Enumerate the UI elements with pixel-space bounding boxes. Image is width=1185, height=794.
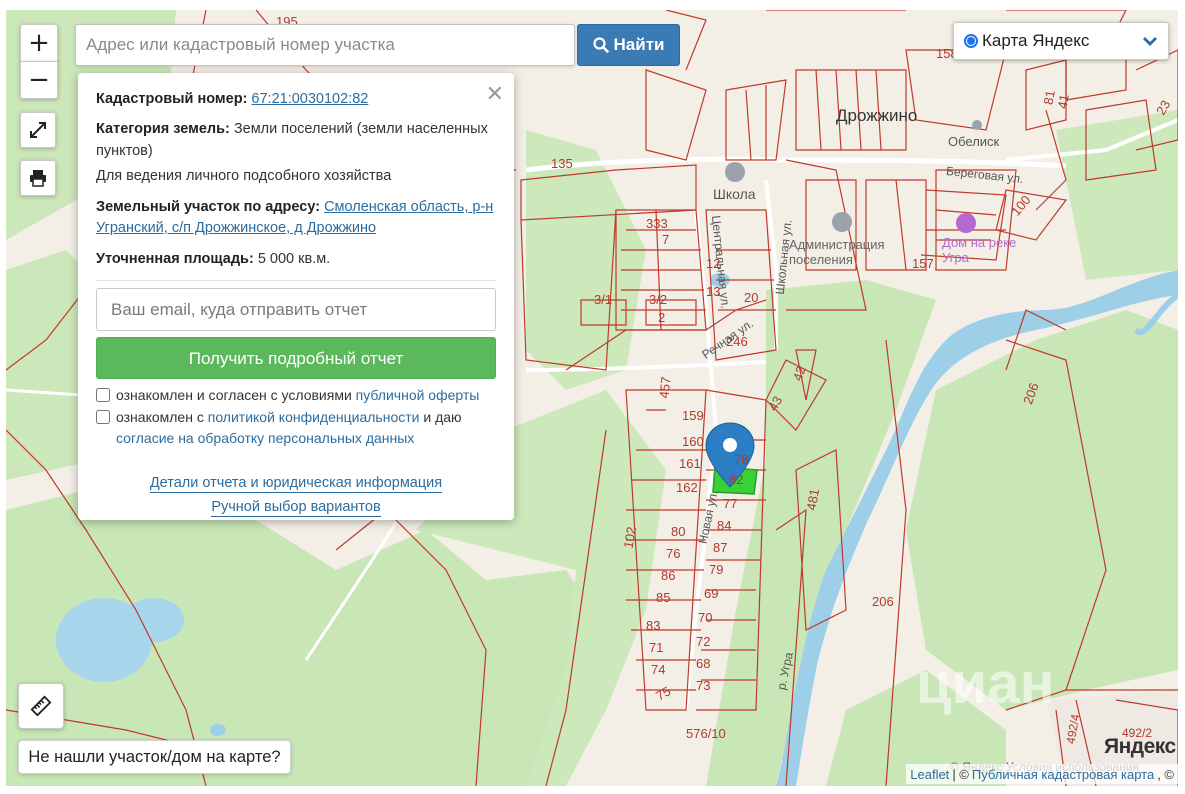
parcel-label: 79 [709,562,724,577]
address-row: Земельный участок по адресу: Смоленская … [96,197,496,240]
cadastral-map-link[interactable]: Публичная кадастровая карта [972,767,1154,782]
expand-icon [30,122,46,138]
attribution-separator: | © [952,766,969,782]
parcel-label: 13 [706,284,721,299]
obelisk-label: Обелиск [948,134,1000,149]
attribution-tail: , © [1157,766,1174,782]
parcel-label: 333 [646,216,668,231]
offer-checkbox[interactable] [96,388,110,403]
cadastral-number-row: Кадастровый номер: 67:21:0030102:82 [96,89,496,110]
parcel-label: 86 [661,568,676,583]
search-button[interactable]: Найти [577,24,680,66]
parcel-label: 576/10 [686,726,726,741]
cadastral-number-label: Кадастровый номер: [96,91,248,107]
watermark: циан [916,651,1055,716]
parcel-label: 85 [656,590,671,605]
zoom-out-button[interactable]: − [20,61,58,99]
parcel-label: 70 [698,610,713,625]
parcel-label: 71 [649,640,664,655]
parcel-label: 76 [666,546,681,561]
house-label: Дом на реке Угра [942,235,1017,265]
parcel-label: 74 [651,662,666,677]
land-category-label: Категория земель: [96,121,230,138]
get-report-button[interactable]: Получить подробный отчет [96,337,496,380]
parcel-label: 69 [704,586,719,601]
parcel-info-popup: ✕ Кадастровый номер: 67:21:0030102:82 Ка… [78,73,514,520]
offer-agreement-text: ознакомлен и согласен с условиями [116,387,352,404]
map-layer-select[interactable]: Карта Яндекс [953,22,1169,60]
search-button-label: Найти [613,35,665,54]
address-label: Земельный участок по адресу: [96,198,321,215]
parcel-label: 3/1 [594,292,613,307]
parcel-label: 3/2 [649,292,668,307]
leaflet-link[interactable]: Leaflet [910,767,949,782]
data-processing-consent-link[interactable]: согласие на обработку персональных данны… [116,430,414,446]
printer-icon [30,170,46,187]
parcel-label: 78 [734,452,749,467]
popup-links: Детали отчета и юридическая информация Р… [96,474,496,518]
privacy-agreement-mid: и даю [423,409,462,426]
report-details-link[interactable]: Детали отчета и юридическая информация [149,474,443,494]
village-label: Дрожжино [836,106,918,125]
parcel-label: 157 [912,256,934,271]
parcel-label: 77 [723,496,738,511]
land-usage: Для ведения личного подсобного хозяйства [96,168,392,185]
print-button[interactable] [20,160,56,196]
chevron-down-icon [1143,37,1157,46]
map-attribution: Leaflet | © Публичная кадастровая карта … [906,764,1178,784]
search-input[interactable] [76,25,574,65]
parcel-label: 12 [706,256,721,271]
admin-label: Администрация поселения [789,237,885,267]
parcel-label: 7 [662,232,670,247]
public-offer-link[interactable]: публичной оферты [356,387,480,403]
parcel-label: 84 [717,518,732,533]
cadastral-number-link[interactable]: 67:21:0030102:82 [251,91,368,107]
divider [96,280,496,282]
privacy-agreement-text: ознакомлен с [116,409,204,426]
parcel-label: 80 [671,524,686,539]
parcel-label: 83 [646,618,661,633]
measure-button[interactable] [18,683,64,729]
privacy-policy-link[interactable]: политикой конфиденциальности [208,409,420,425]
privacy-agreement: ознакомлен с политикой конфиденциальност… [96,407,496,448]
land-category-row: Категория земель: Земли поселений (земли… [96,119,496,162]
parcel-label: 2 [658,310,666,325]
parcel-label: 87 [713,540,728,555]
parcel-label: 162 [676,480,698,495]
map-layer-label: Карта Яндекс [982,31,1090,50]
area-row: Уточненная площадь: 5 000 кв.м. [96,249,496,270]
manual-selection-link[interactable]: Ручной выбор вариантов [211,498,381,518]
parcel-label: 206 [872,594,894,609]
area-label: Уточненная площадь: [96,250,254,267]
close-icon[interactable]: ✕ [486,79,504,112]
parcel-label: 161 [679,456,701,471]
parcel-label: 159 [682,408,704,423]
radio-icon [964,34,978,48]
parcel-label: 246 [726,334,748,349]
area-value: 5 000 кв.м. [257,250,331,267]
school-label: Школа [713,186,756,202]
not-found-button[interactable]: Не нашли участок/дом на карте? [18,740,291,774]
parcel-label: 72 [696,634,711,649]
parcel-label: 41 [1054,93,1072,110]
email-field[interactable] [96,288,496,332]
privacy-checkbox[interactable] [96,410,110,425]
zoom-in-button[interactable]: + [20,24,58,62]
parcel-label: 135 [551,156,573,171]
offer-agreement: ознакомлен и согласен с условиями публич… [96,385,496,405]
parcel-label: 68 [696,656,711,671]
search-box [75,24,575,66]
parcel-label: 160 [682,434,704,449]
selected-parcel-label: 82 [729,472,744,487]
search-icon [592,37,609,53]
ruler-icon [30,695,52,717]
parcel-label: 73 [696,678,711,693]
yandex-logo: Яндекс [1104,735,1176,758]
fullscreen-button[interactable] [20,112,56,148]
parcel-label: 20 [744,290,759,305]
parcel-label: 457 [656,375,674,400]
